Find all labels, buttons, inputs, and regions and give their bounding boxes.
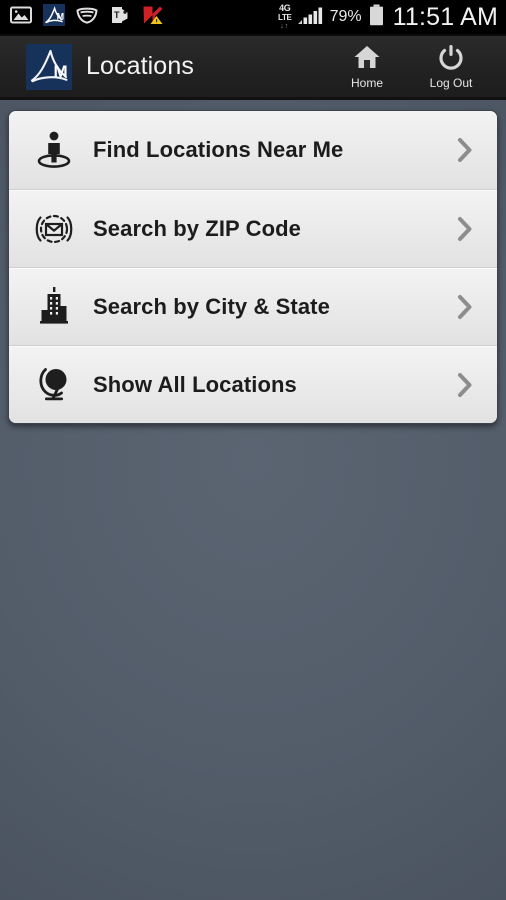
signal-bars-icon	[297, 5, 323, 30]
home-button-label: Home	[350, 76, 383, 90]
chevron-right-icon	[455, 215, 483, 243]
globe-icon	[31, 364, 77, 406]
battery-percent-label: 79%	[329, 8, 362, 25]
locations-menu-card: Find Locations Near Me Search by ZIP Cod…	[8, 110, 498, 424]
menu-item-label: Find Locations Near Me	[93, 137, 344, 162]
menu-item-label: Show All Locations	[93, 371, 297, 397]
svg-text:T: T	[114, 10, 120, 20]
status-bar-notification-icons: M T	[10, 3, 164, 31]
network-type-icon: 4G LTE ↓↑	[277, 3, 292, 31]
home-icon	[353, 44, 381, 75]
menu-item-find-near-me[interactable]: Find Locations Near Me	[9, 111, 497, 189]
status-bar-clock: 11:51 AM	[392, 2, 498, 31]
app-header-bar: M Locations Home Log Out	[0, 36, 506, 100]
menu-item-search-city-state[interactable]: Search by City & State	[9, 267, 497, 345]
svg-text:M: M	[54, 62, 68, 81]
chevron-right-icon	[455, 136, 483, 164]
shield-vpn-icon	[76, 6, 98, 29]
log-out-button[interactable]: Log Out	[424, 44, 478, 89]
menu-item-show-all[interactable]: Show All Locations	[9, 345, 497, 423]
page-title: Locations	[86, 52, 194, 80]
menu-item-label: Search by ZIP Code	[93, 215, 302, 241]
app-header-actions: Home Log Out	[340, 44, 492, 89]
home-button[interactable]: Home	[340, 44, 394, 89]
chevron-right-icon	[455, 371, 483, 399]
power-icon	[437, 44, 465, 75]
status-bar-system-icons: 4G LTE ↓↑ 79% 11:51 AM	[278, 4, 498, 31]
gallery-image-icon	[10, 6, 32, 29]
chevron-right-icon	[455, 293, 483, 321]
am-logo-icon: M	[26, 43, 72, 90]
app-screen: M T 4G LTE ↓↑ 79% 11:51 AM M Locations H…	[0, 0, 506, 900]
envelope-zip-icon	[31, 209, 77, 249]
antivirus-alert-icon	[142, 5, 164, 30]
battery-icon	[369, 4, 384, 31]
menu-item-label: Search by City & State	[93, 293, 330, 319]
log-out-button-label: Log Out	[429, 76, 473, 90]
app-notification-icon: M	[43, 3, 65, 31]
person-location-icon	[31, 129, 77, 171]
status-bar: M T 4G LTE ↓↑ 79% 11:51 AM	[0, 0, 506, 36]
tmobile-key-icon: T	[109, 5, 131, 30]
main-content: Find Locations Near Me Search by ZIP Cod…	[0, 100, 506, 900]
city-building-icon	[31, 286, 77, 328]
svg-text:M: M	[57, 11, 65, 21]
app-brand: M Locations	[26, 43, 340, 90]
menu-item-search-zip[interactable]: Search by ZIP Code	[9, 189, 497, 267]
